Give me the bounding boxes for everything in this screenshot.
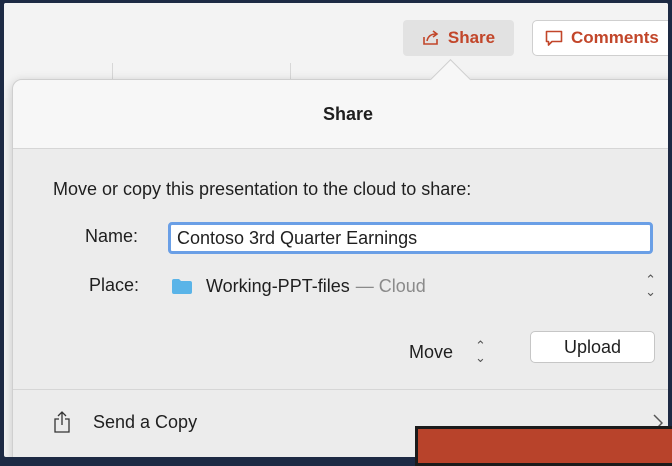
- place-label: Place:: [89, 275, 140, 295]
- upload-button[interactable]: Upload: [530, 331, 655, 363]
- folder-icon: [172, 278, 192, 294]
- comment-icon: [545, 30, 563, 46]
- comments-button-label: Comments: [571, 28, 659, 47]
- name-label: Name:: [85, 226, 139, 246]
- comments-button[interactable]: Comments: [532, 20, 668, 56]
- send-a-copy-label: Send a Copy: [93, 411, 198, 432]
- share-dialog: Share Move or copy this presentation to …: [12, 79, 668, 457]
- share-icon: [423, 30, 439, 45]
- place-location: — Cloud: [355, 275, 426, 296]
- slide-thumbnail: [415, 426, 672, 466]
- share-button[interactable]: Share: [403, 20, 514, 56]
- dialog-instruction: Move or copy this presentation to the cl…: [53, 179, 472, 199]
- export-icon: [54, 411, 70, 433]
- name-field[interactable]: [168, 222, 653, 254]
- updown-chevron-icon: ⌃ ⌄: [645, 272, 656, 299]
- dialog-header: Share: [13, 80, 668, 149]
- app-window: Share Comments Share Move or copy this p…: [4, 3, 668, 457]
- share-button-label: Share: [447, 28, 496, 47]
- action-select[interactable]: Move ⌃ ⌄: [409, 337, 486, 367]
- updown-chevron-icon: ⌃ ⌄: [475, 338, 486, 365]
- place-folder-name: Working-PPT-files: [206, 275, 350, 296]
- dialog-title: Share: [322, 103, 374, 124]
- place-select[interactable]: Working-PPT-files — Cloud ⌃ ⌄: [168, 272, 656, 300]
- send-a-copy-item[interactable]: Send a Copy: [53, 410, 197, 434]
- action-select-value: Move: [409, 341, 454, 362]
